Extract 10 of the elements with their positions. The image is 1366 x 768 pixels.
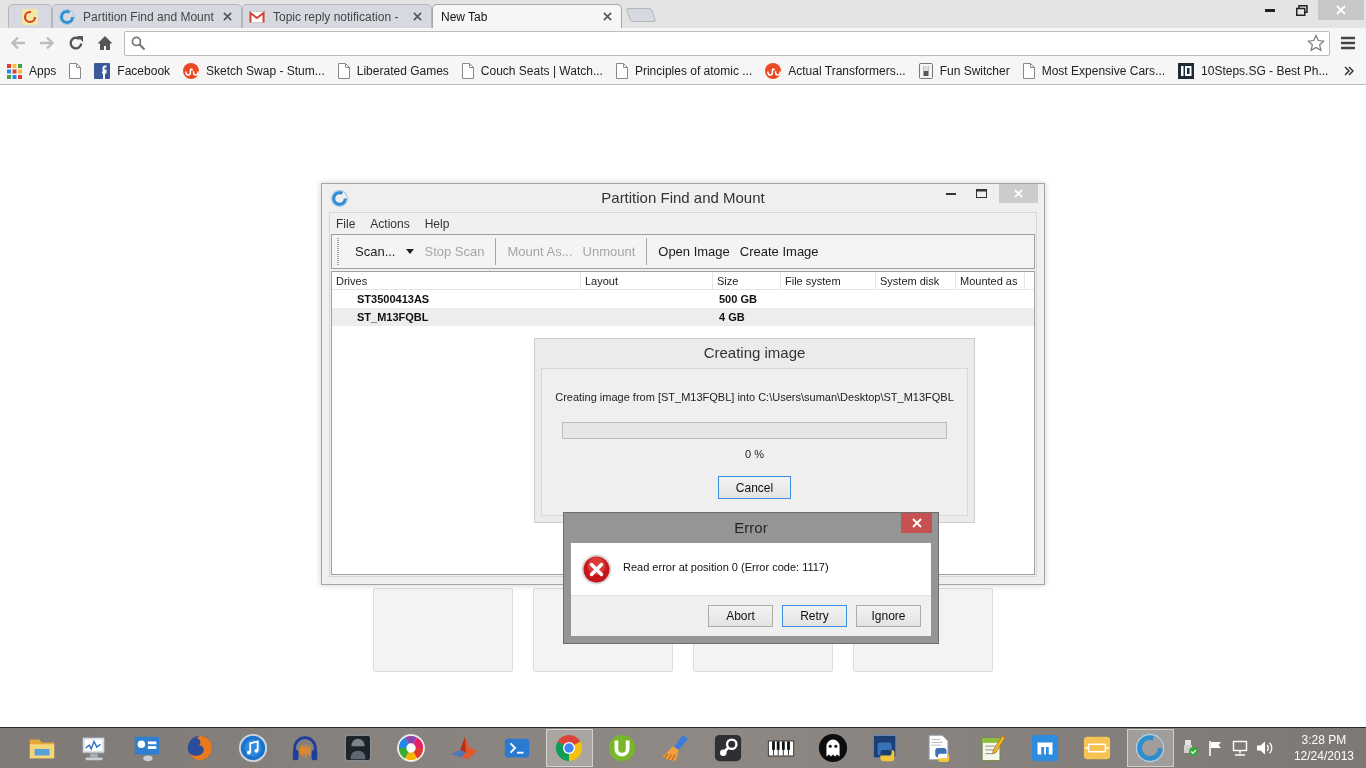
table-cell-text: 4 GB bbox=[719, 309, 745, 325]
progress-reading: 0 % bbox=[745, 446, 764, 462]
window-title: Partition Find and Mount bbox=[601, 187, 765, 208]
table-cell-text: ST3500413AS bbox=[357, 291, 430, 307]
progress-message: Creating image from [ST_M13FQBL] into C:\Users\suman\Desktop\ST_M13FQBL bbox=[555, 390, 954, 405]
dialog-title: Error bbox=[734, 517, 768, 538]
table-cell-text: 500 GB bbox=[719, 291, 757, 307]
table-cell-text: ST_M13FQBL bbox=[357, 309, 429, 325]
dialog-title: Creating image bbox=[703, 343, 806, 364]
error-message: Read error at position 0 (Error code: 1117) bbox=[623, 559, 829, 575]
